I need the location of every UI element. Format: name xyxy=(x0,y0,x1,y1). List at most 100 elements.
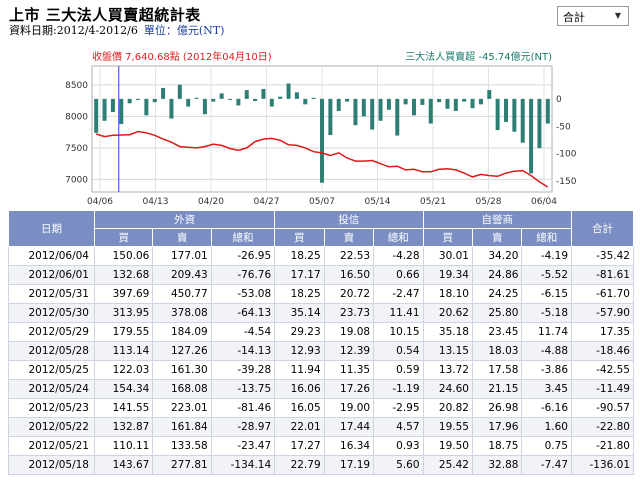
row-value: 184.09 xyxy=(152,322,212,342)
net-buy-bar xyxy=(294,92,299,99)
row-value: -81.46 xyxy=(210,398,276,418)
row-date: 2012/05/21 xyxy=(8,436,95,456)
summary-select[interactable]: 合計 ▼ xyxy=(557,6,629,26)
row-value: 1.60 xyxy=(521,417,572,437)
net-buy-bar xyxy=(504,98,508,122)
row-value: 313.95 xyxy=(93,303,154,323)
col-dealer: 自營商 xyxy=(422,210,573,229)
row-value: -39.28 xyxy=(210,360,276,380)
net-buy-bar xyxy=(336,98,341,111)
row-value: -22.80 xyxy=(571,417,634,437)
institutional-chart: 8500 8000 7500 7000 0 -50 -100 -150 04/06 04/13 04… xyxy=(65,50,577,207)
net-buy-bar xyxy=(261,89,266,99)
net-buy-bar xyxy=(462,98,467,102)
col-trust: 投信 xyxy=(274,210,424,229)
net-buy-bar xyxy=(437,98,442,103)
left-tick-label: 8000 xyxy=(65,112,88,122)
summary-select-value: 合計 xyxy=(563,11,585,24)
net-buy-bar xyxy=(186,98,191,107)
row-value: 11.41 xyxy=(373,303,424,323)
net-buy-bar xyxy=(311,97,316,99)
net-buy-bar xyxy=(278,96,283,99)
row-value: 20.62 xyxy=(422,303,473,323)
net-buy-bar xyxy=(537,98,542,149)
row-value: -7.47 xyxy=(521,455,572,475)
col-trust-net: 總和 xyxy=(373,228,424,247)
row-value: 177.01 xyxy=(152,246,212,266)
right-tick-label: -50 xyxy=(556,122,571,132)
row-value: -21.80 xyxy=(571,436,634,456)
row-value: 17.19 xyxy=(323,455,375,475)
net-buy-bar xyxy=(345,98,350,102)
row-value: -90.57 xyxy=(571,398,634,418)
row-value: 18.25 xyxy=(274,284,325,304)
row-value: 19.55 xyxy=(422,417,473,437)
row-value: 18.75 xyxy=(471,436,523,456)
table-row: 2012/05/22 132.87 161.84 -28.97 22.01 17.44 4.… xyxy=(8,417,634,437)
row-value: 17.17 xyxy=(274,265,325,285)
col-trust-sell: 賣 xyxy=(323,228,375,247)
net-buy-bar xyxy=(202,98,207,115)
x-tick-label: 06/04 xyxy=(531,197,557,207)
x-tick-label: 04/06 xyxy=(87,197,113,207)
row-value: 132.68 xyxy=(93,265,154,285)
net-buy-bar xyxy=(102,98,107,121)
row-value: 13.15 xyxy=(422,341,473,361)
table-row: 2012/05/29 179.55 184.09 -4.54 29.23 19.08 10.… xyxy=(8,322,634,342)
net-buy-bar xyxy=(303,98,308,105)
net-buy-bar xyxy=(269,98,274,107)
row-value: 122.03 xyxy=(93,360,154,380)
row-value: -4.28 xyxy=(373,246,424,266)
right-tick-label: -150 xyxy=(556,177,577,187)
net-buy-bar xyxy=(253,98,258,102)
row-value: 0.75 xyxy=(521,436,572,456)
col-dealer-net: 總和 xyxy=(521,228,572,247)
chevron-down-icon[interactable]: ▼ xyxy=(611,9,625,23)
net-buy-bar xyxy=(495,98,500,131)
net-buy-bar xyxy=(445,98,450,109)
net-buy-bar xyxy=(94,98,99,133)
row-value: 35.14 xyxy=(274,303,325,323)
col-foreign-buy: 買 xyxy=(93,228,154,247)
row-date: 2012/05/24 xyxy=(8,379,95,399)
row-date: 2012/05/22 xyxy=(8,417,95,437)
row-date: 2012/05/31 xyxy=(8,284,95,304)
row-value: 23.73 xyxy=(323,303,375,323)
table-row: 2012/05/24 154.34 168.08 -13.75 16.06 17.26 -1… xyxy=(8,379,634,399)
row-date: 2012/05/28 xyxy=(8,341,95,361)
col-dealer-sell: 賣 xyxy=(471,228,523,247)
x-tick-label: 05/28 xyxy=(476,197,502,207)
row-value: 133.58 xyxy=(152,436,212,456)
row-value: 30.01 xyxy=(422,246,473,266)
row-value: -28.97 xyxy=(210,417,276,437)
row-value: -53.08 xyxy=(210,284,276,304)
close-price-label: 收盤價 7,640.68點 (2012年04月10日) xyxy=(92,50,272,63)
row-value: 11.74 xyxy=(521,322,572,342)
row-value: 209.43 xyxy=(152,265,212,285)
row-value: 24.60 xyxy=(422,379,473,399)
col-foreign: 外資 xyxy=(93,210,276,229)
net-buy-bar xyxy=(378,98,383,121)
row-date: 2012/06/04 xyxy=(8,246,95,266)
table-row: 2012/06/04 150.06 177.01 -26.95 18.25 22.53 -4… xyxy=(8,246,634,266)
row-value: 10.15 xyxy=(373,322,424,342)
net-buy-bar xyxy=(244,90,249,99)
row-value: 450.77 xyxy=(152,284,212,304)
row-value: 132.87 xyxy=(93,417,154,437)
row-value: 17.96 xyxy=(471,417,523,437)
row-value: -136.01 xyxy=(571,455,634,475)
row-value: 34.20 xyxy=(471,246,523,266)
row-value: 19.00 xyxy=(323,398,375,418)
row-value: 143.67 xyxy=(93,455,154,475)
row-date: 2012/05/29 xyxy=(8,322,95,342)
net-buy-bar xyxy=(161,87,166,99)
row-value: 17.58 xyxy=(471,360,523,380)
row-value: -26.95 xyxy=(210,246,276,266)
row-value: 0.54 xyxy=(373,341,424,361)
net-buy-bar xyxy=(353,98,358,126)
row-value: -134.14 xyxy=(210,455,276,475)
col-date: 日期 xyxy=(8,210,95,247)
net-buy-bar xyxy=(177,84,182,99)
net-buy-bar xyxy=(286,83,291,99)
row-value: 18.25 xyxy=(274,246,325,266)
